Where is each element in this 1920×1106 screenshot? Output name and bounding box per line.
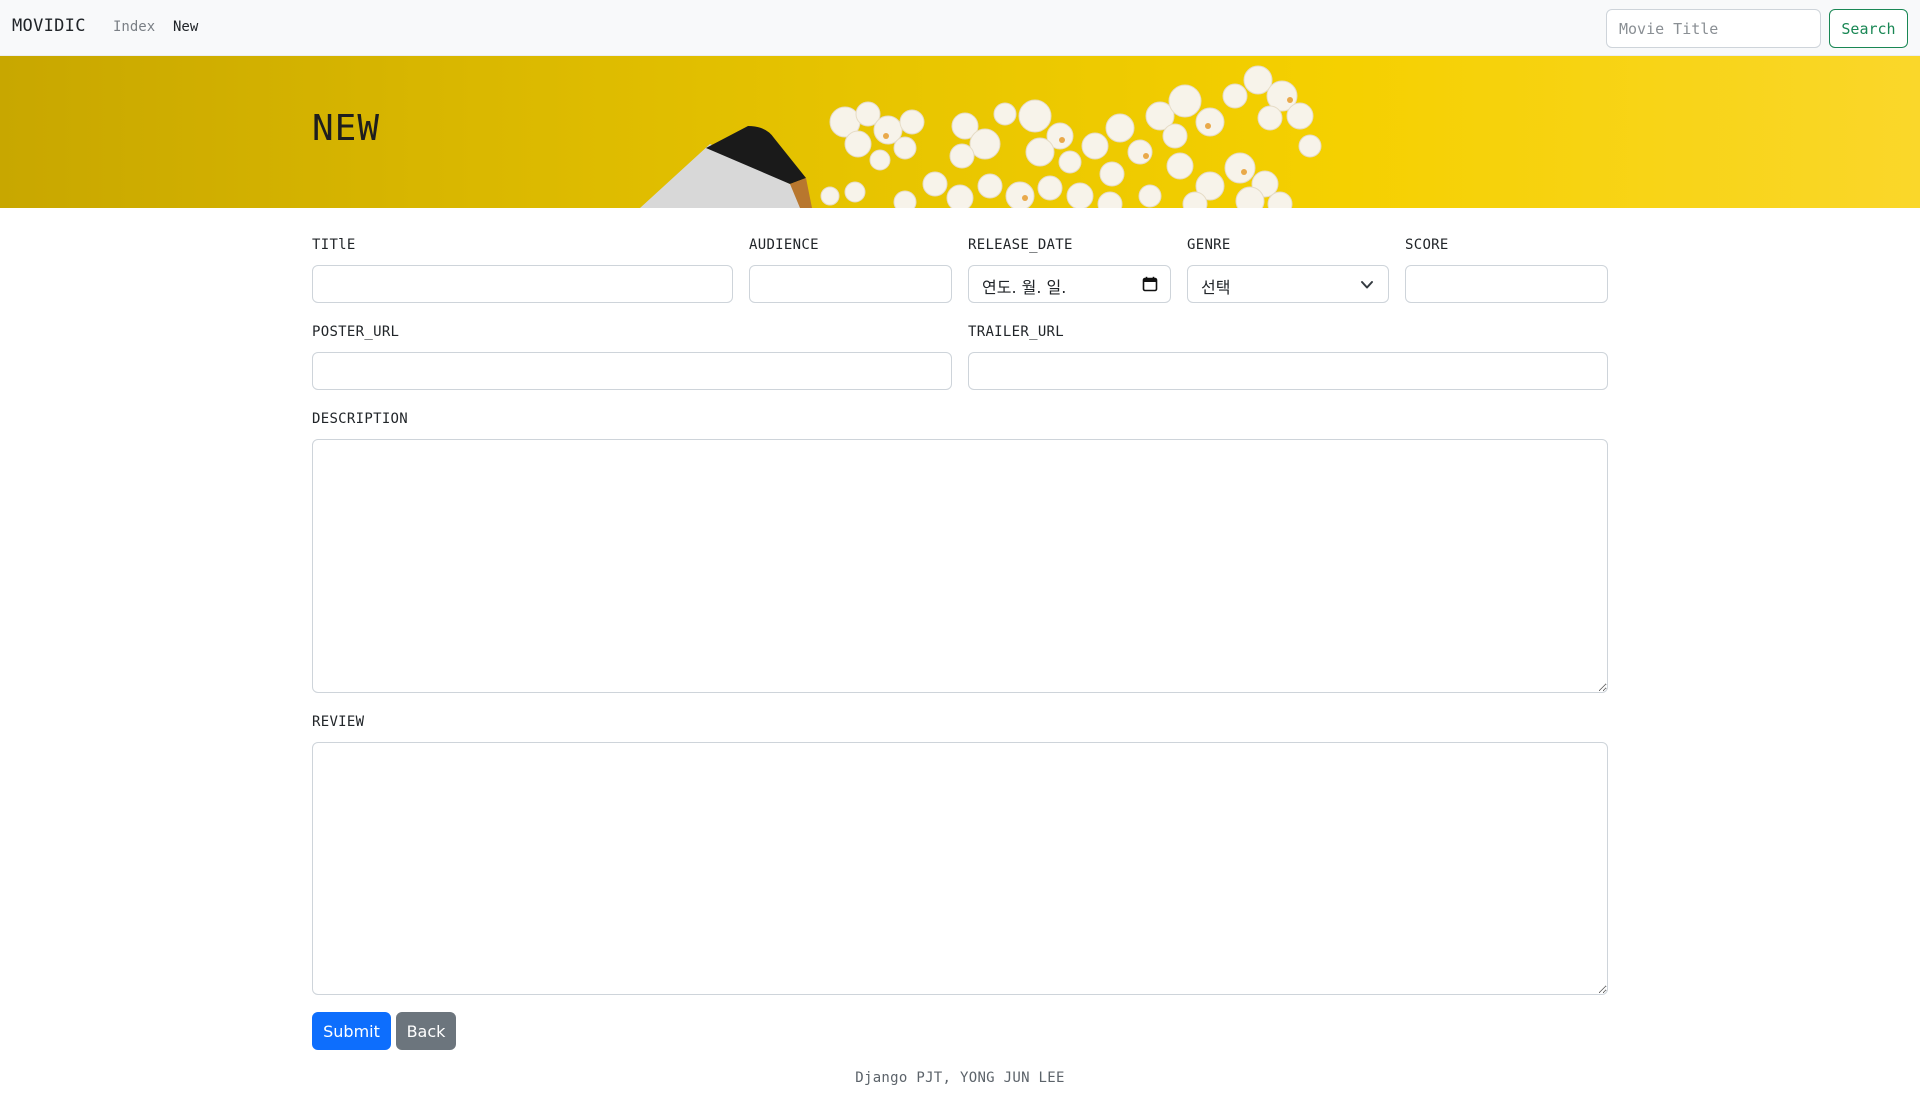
- genre-label: GENRE: [1187, 237, 1231, 253]
- submit-button[interactable]: Submit: [312, 1012, 391, 1050]
- search-input[interactable]: [1606, 9, 1821, 48]
- genre-selected-value: 선택: [1201, 278, 1231, 297]
- release-date-value: 연도. 월. 일.: [982, 278, 1067, 297]
- review-wrapper: [312, 742, 1608, 995]
- description-label: DESCRIPTION: [312, 411, 409, 427]
- review-textarea[interactable]: [312, 742, 1608, 995]
- search-button[interactable]: Search: [1829, 9, 1908, 48]
- poster-url-input[interactable]: [312, 352, 952, 390]
- popcorn-image: [640, 65, 1322, 208]
- audience-label: AUDIENCE: [749, 237, 819, 253]
- hero-banner: NEW: [0, 56, 1920, 208]
- audience-input[interactable]: [749, 265, 952, 303]
- clapperboard-shape: [640, 126, 812, 208]
- review-label: REVIEW: [312, 714, 365, 730]
- poster-url-label: POSTER_URL: [312, 324, 400, 340]
- release-date-input[interactable]: 연도. 월. 일.: [968, 265, 1171, 303]
- page-title: NEW: [312, 108, 381, 149]
- calendar-icon[interactable]: [1142, 276, 1158, 292]
- title-input[interactable]: [312, 265, 733, 303]
- trailer-url-input[interactable]: [968, 352, 1608, 390]
- description-textarea[interactable]: [312, 439, 1608, 693]
- nav-link-index[interactable]: Index: [113, 19, 155, 35]
- back-button[interactable]: Back: [396, 1012, 456, 1050]
- nav-link-new[interactable]: New: [173, 19, 198, 35]
- genre-select[interactable]: 선택: [1187, 265, 1389, 303]
- release-date-label: RELEASE_DATE: [968, 237, 1073, 253]
- score-input[interactable]: [1405, 265, 1608, 303]
- title-label: TITlE: [312, 237, 356, 253]
- popcorn-kernels: [820, 65, 1322, 208]
- trailer-url-label: TRAILER_URL: [968, 324, 1065, 340]
- footer-credit: Django PJT, YONG JUN LEE: [855, 1070, 1065, 1086]
- brand-logo[interactable]: MOVIDIC: [12, 16, 86, 36]
- chevron-down-icon: [1361, 281, 1373, 289]
- navbar: MOVIDIC Index New Search: [0, 0, 1920, 56]
- description-wrapper: [312, 439, 1608, 693]
- score-label: SCORE: [1405, 237, 1449, 253]
